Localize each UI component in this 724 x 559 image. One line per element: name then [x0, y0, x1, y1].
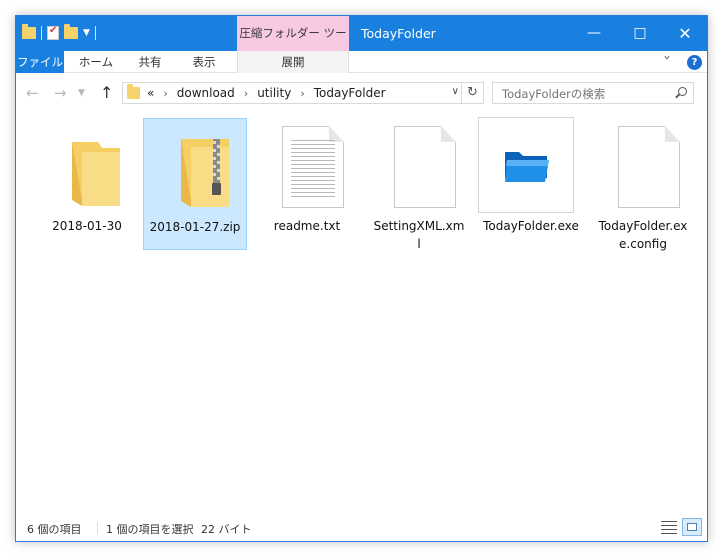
- maximize-button[interactable]: □: [617, 16, 663, 51]
- close-button[interactable]: ✕: [662, 16, 708, 51]
- toolbar-separator: [94, 26, 96, 40]
- title-bar[interactable]: ▼ 圧縮フォルダー ツール TodayFolder — □ ✕: [16, 16, 708, 75]
- blue-folder-icon: [505, 152, 549, 182]
- tab-home[interactable]: ホーム: [74, 51, 118, 73]
- recent-locations-icon[interactable]: ▼: [78, 83, 85, 103]
- breadcrumb-separator: ›: [300, 86, 305, 100]
- file-item-xml[interactable]: SettingXML.xml: [367, 118, 471, 251]
- up-arrow-icon[interactable]: ↑: [100, 83, 113, 103]
- help-icon[interactable]: ?: [687, 55, 702, 70]
- file-item-exe[interactable]: TodayFolder.exe: [478, 117, 583, 250]
- folder-icon: [72, 142, 120, 206]
- search-box[interactable]: [492, 82, 694, 105]
- toolbar-separator: [41, 26, 42, 40]
- file-name: SettingXML.xml: [373, 219, 465, 251]
- item-count: 6 個の項目: [27, 523, 82, 536]
- search-input[interactable]: [493, 83, 674, 105]
- search-icon[interactable]: [678, 87, 687, 96]
- refresh-icon[interactable]: ↻: [462, 82, 484, 104]
- breadcrumb-separator: ›: [243, 86, 249, 100]
- file-name: 2018-01-30: [52, 219, 122, 233]
- tab-view[interactable]: 表示: [182, 51, 226, 73]
- selection-count: 1 個の項目を選択: [106, 523, 194, 536]
- properties-icon[interactable]: [47, 25, 59, 40]
- file-item-text[interactable]: readme.txt: [255, 118, 359, 250]
- file-item-folder[interactable]: 2018-01-30: [35, 118, 139, 250]
- text-lines: [291, 140, 335, 200]
- file-name: TodayFolder.exe: [483, 219, 579, 233]
- file-name: readme.txt: [273, 219, 341, 233]
- breadcrumb-todayfolder[interactable]: TodayFolder: [314, 86, 386, 100]
- address-dropdown-icon[interactable]: ∨: [452, 86, 459, 97]
- file-name: 2018-01-27.zip: [149, 220, 241, 234]
- customize-toolbar-icon[interactable]: ▼: [83, 28, 90, 38]
- folder-icon: [127, 84, 140, 99]
- tab-extract[interactable]: 展開: [237, 51, 349, 73]
- address-bar[interactable]: « › download › utility › TodayFolder ∨: [122, 82, 462, 104]
- file-list: 2018-01-30 2018-01-27.zip readme.txt Set…: [16, 113, 707, 515]
- expand-ribbon-icon[interactable]: ˅: [663, 51, 671, 73]
- explorer-window: ▼ 圧縮フォルダー ツール TodayFolder — □ ✕ ファイル ホーム…: [15, 15, 708, 542]
- folder-icon[interactable]: [22, 24, 36, 39]
- forward-arrow-icon[interactable]: →: [54, 83, 67, 103]
- selection-size: 22 バイト: [201, 523, 252, 536]
- status-bar: 6 個の項目 1 個の項目を選択 22 バイト: [16, 515, 707, 541]
- breadcrumb-download[interactable]: download: [177, 86, 235, 100]
- details-view-icon[interactable]: [661, 521, 677, 535]
- zip-folder-icon: [181, 139, 229, 207]
- compressed-folder-tools-tab[interactable]: 圧縮フォルダー ツール: [237, 16, 349, 75]
- ribbon-tabs: ファイル ホーム 共有 表示 展開 ˅ ?: [16, 51, 707, 73]
- status-divider: [97, 522, 98, 535]
- file-name: TodayFolder.exe.config: [598, 219, 688, 251]
- window-title: TodayFolder: [361, 26, 436, 41]
- address-overflow[interactable]: «: [147, 86, 154, 100]
- large-icons-view-icon[interactable]: [682, 518, 702, 536]
- quick-access-toolbar: ▼: [22, 24, 96, 40]
- file-item-zip[interactable]: 2018-01-27.zip: [143, 118, 247, 250]
- back-arrow-icon[interactable]: ←: [26, 83, 39, 103]
- new-folder-icon[interactable]: [64, 24, 78, 39]
- navigation-bar: ← → ▼ ↑ « › download › utility › TodayFo…: [16, 73, 707, 113]
- tab-share[interactable]: 共有: [128, 51, 172, 73]
- breadcrumb-separator: ›: [163, 86, 168, 100]
- breadcrumb-utility[interactable]: utility: [257, 86, 291, 100]
- file-item-config[interactable]: TodayFolder.exe.config: [591, 118, 695, 251]
- minimize-button[interactable]: —: [571, 16, 617, 51]
- tab-file[interactable]: ファイル: [16, 51, 64, 73]
